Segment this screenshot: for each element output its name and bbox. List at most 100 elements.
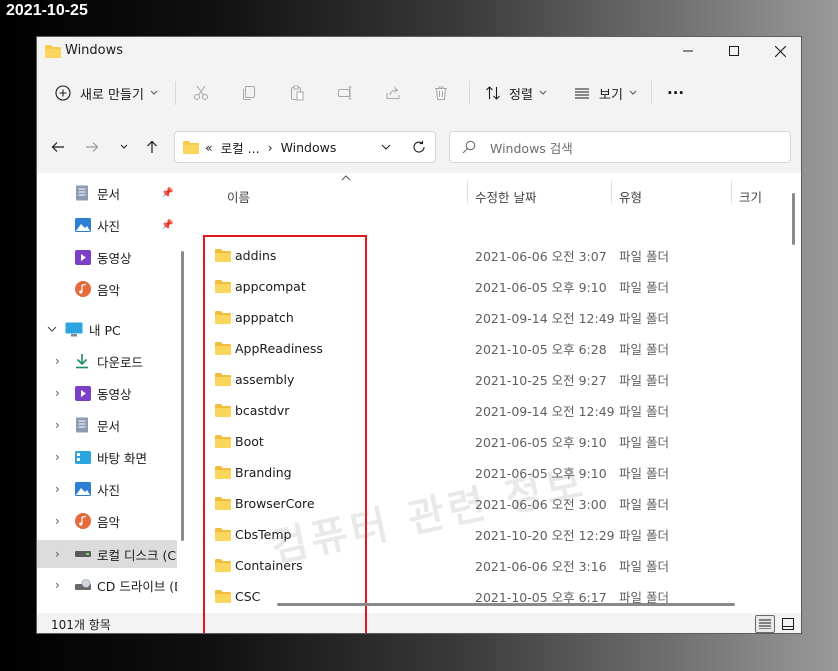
view-button[interactable]: 보기 <box>574 77 637 109</box>
column-header-type[interactable]: 유형 <box>619 181 642 211</box>
sidebar-item-label: 동영상 <box>97 386 132 402</box>
sidebar-item-label: 동영상 <box>97 250 132 266</box>
sidebar-item-videos[interactable]: 동영상 <box>37 244 177 270</box>
folder-icon <box>215 550 231 581</box>
drive-icon <box>75 550 91 558</box>
paste-button[interactable] <box>289 77 305 109</box>
chevron-right-icon[interactable]: › <box>55 418 60 432</box>
table-row[interactable]: bcastdvr 2021-09-14 오전 12:49 파일 폴더 <box>195 395 801 426</box>
tiles-view-button[interactable] <box>779 615 797 633</box>
chevron-down-icon[interactable] <box>47 326 57 333</box>
cut-button[interactable] <box>193 77 209 109</box>
column-header-size[interactable]: 크기 <box>739 181 762 211</box>
sidebar-scrollbar[interactable] <box>181 251 184 541</box>
sidebar-item-music[interactable]: › 음악 <box>37 508 177 534</box>
folder-icon <box>215 364 231 395</box>
trash-icon <box>435 86 447 100</box>
file-name: Boot <box>235 434 264 449</box>
chevron-right-icon[interactable]: › <box>55 547 60 561</box>
sidebar-item-label: 문서 <box>97 418 121 434</box>
column-header-date[interactable]: 수정한 날짜 <box>475 181 536 211</box>
file-type: 파일 폴더 <box>619 590 669 605</box>
address-bar[interactable]: « 로컬 ... › Windows <box>174 131 436 163</box>
search-input[interactable]: Windows 검색 <box>490 138 573 157</box>
command-bar: 새로 만들기 정렬 보기 ··· <box>37 73 801 113</box>
pictures-icon <box>75 482 91 496</box>
forward-button[interactable] <box>81 135 103 159</box>
sidebar-item-music[interactable]: 음악 <box>37 276 177 302</box>
sidebar-item-desktop[interactable]: › 바탕 화면 <box>37 444 177 470</box>
rename-icon <box>338 86 352 100</box>
column-divider[interactable] <box>467 181 468 203</box>
up-button[interactable] <box>141 135 163 159</box>
file-type: 파일 폴더 <box>619 559 669 574</box>
sidebar-item-label: 사진 <box>97 218 121 234</box>
chevron-right-icon[interactable]: › <box>55 386 60 400</box>
toolbar-divider <box>469 81 470 105</box>
folder-icon <box>215 519 231 550</box>
maximize-button[interactable] <box>711 37 757 65</box>
table-row[interactable]: AppReadiness 2021-10-05 오후 6:28 파일 폴더 <box>195 333 801 364</box>
sidebar-item-pictures[interactable]: › 사진 <box>37 476 177 502</box>
breadcrumb-windows[interactable]: Windows <box>281 140 337 155</box>
address-overflow[interactable]: « <box>205 140 213 155</box>
chevron-right-icon[interactable]: › <box>55 514 60 528</box>
sidebar-item-this-pc[interactable]: 내 PC <box>37 316 177 342</box>
chevron-right-icon[interactable]: › <box>55 578 60 592</box>
file-type: 파일 폴더 <box>619 280 669 295</box>
rename-button[interactable] <box>337 77 353 109</box>
column-divider[interactable] <box>731 181 732 203</box>
chevron-right-icon[interactable]: › <box>55 450 60 464</box>
new-button[interactable]: 새로 만들기 <box>55 77 158 109</box>
table-row[interactable]: apppatch 2021-09-14 오전 12:49 파일 폴더 <box>195 302 801 333</box>
close-button[interactable] <box>757 37 801 65</box>
folder-icon <box>215 395 231 426</box>
share-button[interactable] <box>385 77 401 109</box>
details-view-button[interactable] <box>755 615 775 633</box>
sidebar-item-documents-pinned[interactable]: 문서 📌 <box>37 180 177 206</box>
recent-locations-button[interactable] <box>113 135 135 159</box>
folder-icon <box>215 426 231 457</box>
table-row[interactable]: Boot 2021-06-05 오후 9:10 파일 폴더 <box>195 426 801 457</box>
file-type: 파일 폴더 <box>619 373 669 388</box>
more-options-button[interactable]: ··· <box>667 77 684 109</box>
sidebar-item-local-disk[interactable]: › 로컬 디스크 (C <box>37 540 177 568</box>
back-button[interactable] <box>47 135 69 159</box>
pictures-icon <box>75 218 91 232</box>
chevron-right-icon[interactable]: › <box>55 354 60 368</box>
refresh-icon[interactable] <box>412 140 426 154</box>
breadcrumb-separator: › <box>267 139 273 155</box>
table-row[interactable]: CSC 2021-10-05 오후 6:17 파일 폴더 <box>195 581 801 612</box>
file-name: bcastdvr <box>235 403 290 418</box>
content-area: 문서 📌 사진 📌 동영상 음악 내 PC › 다운로드 › 동영상 › 문서 … <box>37 173 801 633</box>
sidebar-item-label: 문서 <box>97 186 121 202</box>
search-box[interactable]: Windows 검색 <box>449 131 791 163</box>
minimize-button[interactable] <box>665 37 711 65</box>
toolbar-divider <box>651 81 652 105</box>
sidebar-item-pictures-pinned[interactable]: 사진 📌 <box>37 212 177 238</box>
sort-button[interactable]: 정렬 <box>485 77 547 109</box>
breadcrumb-local-disk[interactable]: 로컬 ... <box>221 138 260 157</box>
chevron-right-icon[interactable]: › <box>55 482 60 496</box>
close-icon <box>774 45 786 57</box>
sidebar-item-label: 다운로드 <box>97 354 144 370</box>
column-divider[interactable] <box>611 181 612 203</box>
sidebar-item-downloads[interactable]: › 다운로드 <box>37 348 177 374</box>
file-list-scrollbar[interactable] <box>792 193 795 245</box>
delete-button[interactable] <box>433 77 449 109</box>
table-row[interactable]: appcompat 2021-06-05 오후 9:10 파일 폴더 <box>195 271 801 302</box>
table-row[interactable]: assembly 2021-10-25 오전 9:27 파일 폴더 <box>195 364 801 395</box>
column-header-name[interactable]: 이름 <box>227 181 250 211</box>
horizontal-scrollbar[interactable] <box>277 603 735 606</box>
table-row[interactable]: addins 2021-06-06 오전 3:07 파일 폴더 <box>195 240 801 271</box>
sidebar-item-documents[interactable]: › 문서 <box>37 412 177 438</box>
sidebar-item-videos[interactable]: › 동영상 <box>37 380 177 406</box>
chevron-down-icon[interactable] <box>381 144 391 151</box>
file-name: CSC <box>235 589 261 604</box>
sidebar-item-label: CD 드라이브 (D <box>97 578 177 594</box>
copy-button[interactable] <box>241 77 257 109</box>
sidebar-item-cd-drive[interactable]: › CD 드라이브 (D <box>37 572 177 598</box>
file-date: 2021-06-05 오후 9:10 <box>475 435 607 450</box>
maximize-icon <box>729 46 739 56</box>
sidebar-item-label: 음악 <box>97 514 121 530</box>
